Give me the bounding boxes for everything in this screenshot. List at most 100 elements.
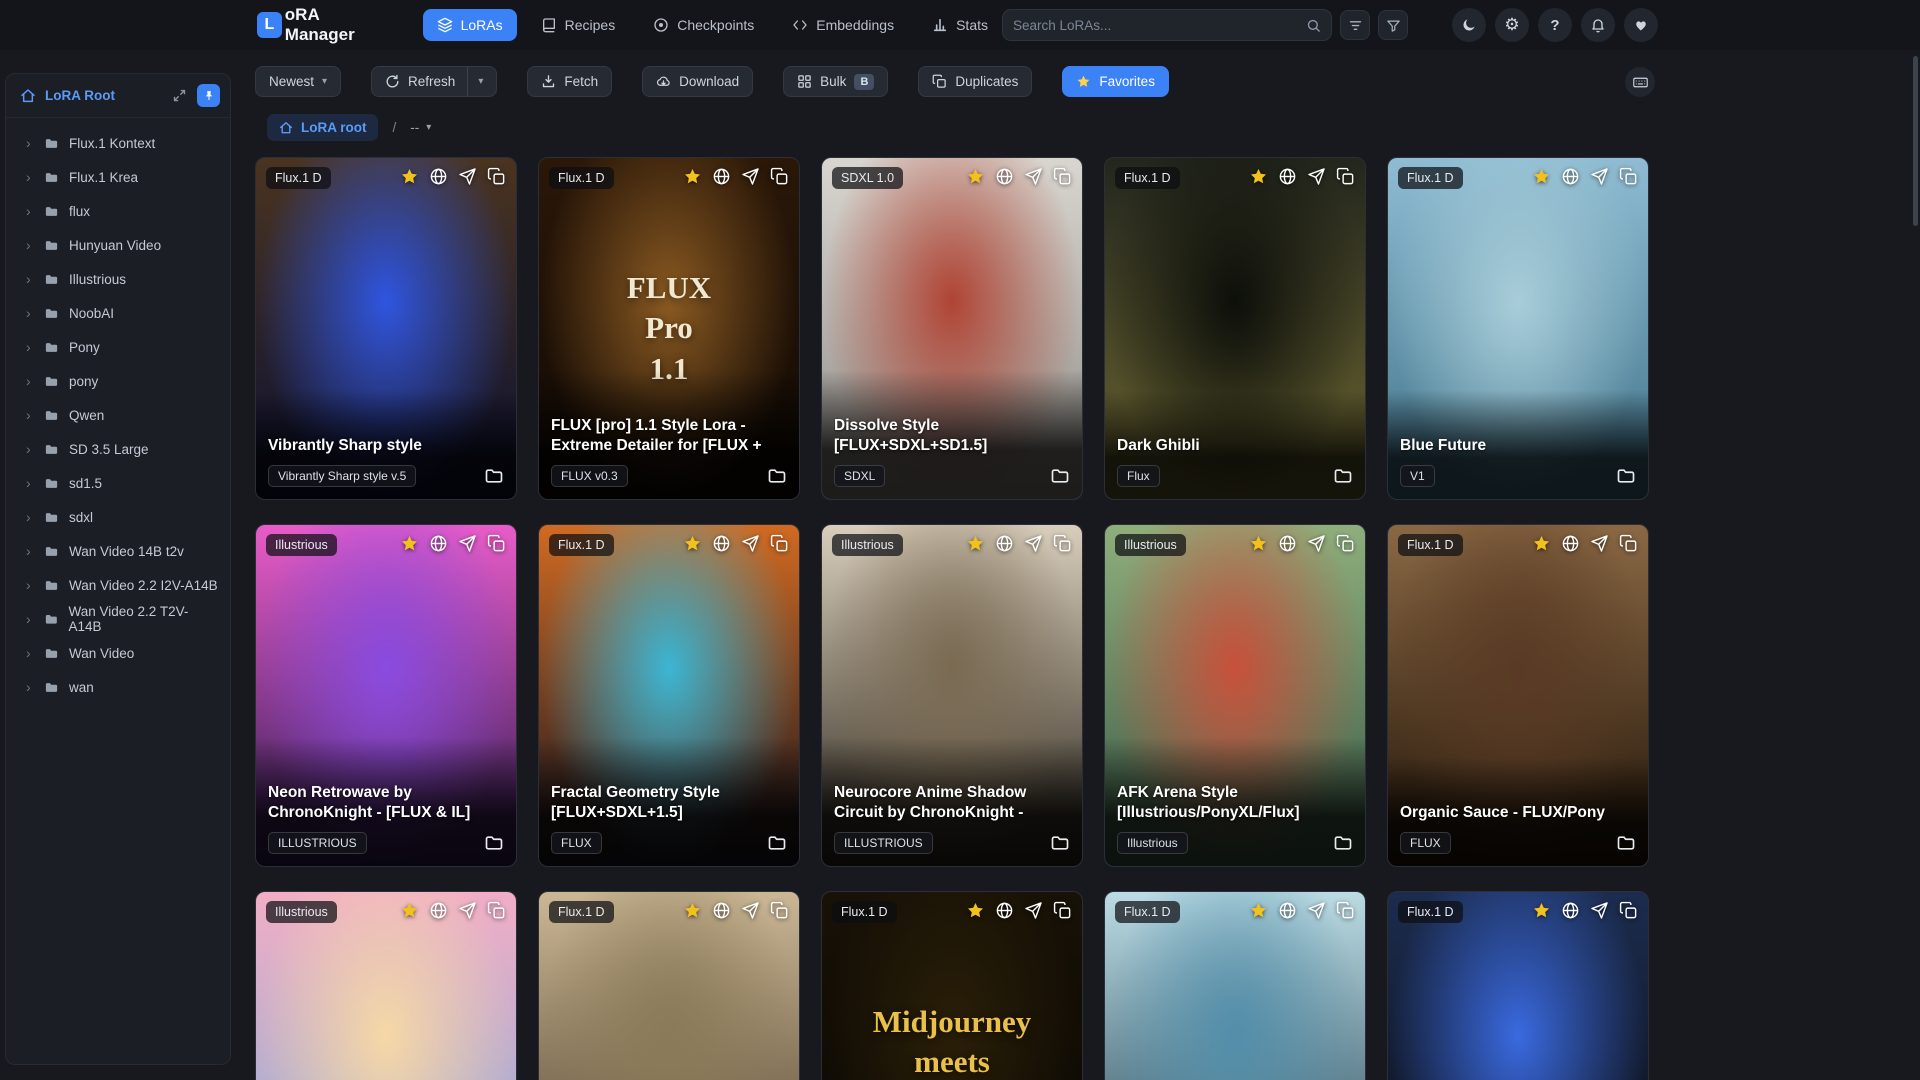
folder-tree-item[interactable]: › sdxl — [6, 500, 230, 534]
send-icon[interactable] — [741, 901, 760, 920]
copy-icon[interactable] — [487, 534, 506, 553]
chevron-right-icon[interactable]: › — [26, 238, 34, 252]
chevron-right-icon[interactable]: › — [26, 544, 34, 558]
send-icon[interactable] — [458, 534, 477, 553]
folder-tree-item[interactable]: › sd1.5 — [6, 466, 230, 500]
open-folder-icon[interactable] — [1050, 833, 1070, 853]
folder-tree-item[interactable]: › pony — [6, 364, 230, 398]
globe-icon[interactable] — [1278, 901, 1297, 920]
pin-sidebar-button[interactable] — [197, 84, 220, 107]
sort-options-button[interactable] — [1340, 10, 1370, 40]
copy-icon[interactable] — [1619, 901, 1638, 920]
lora-card[interactable]: Illustrious — [255, 891, 517, 1080]
lora-card[interactable]: FLUX Pro 1.1 Flux.1 D FLUX [pro] 1.1 Sty… — [538, 157, 800, 500]
open-folder-icon[interactable] — [1333, 833, 1353, 853]
nav-item-checkpoints[interactable]: Checkpoints — [639, 9, 768, 41]
globe-icon[interactable] — [1561, 534, 1580, 553]
chevron-right-icon[interactable]: › — [26, 442, 34, 456]
sidebar-root-label[interactable]: LoRA Root — [45, 88, 115, 103]
favorite-star-icon[interactable] — [400, 901, 419, 920]
send-icon[interactable] — [1590, 534, 1609, 553]
copy-icon[interactable] — [1336, 534, 1355, 553]
folder-tree-item[interactable]: › Illustrious — [6, 262, 230, 296]
globe-icon[interactable] — [429, 534, 448, 553]
folder-tree-item[interactable]: › NoobAI — [6, 296, 230, 330]
favorite-star-icon[interactable] — [400, 534, 419, 553]
favorite-star-icon[interactable] — [1532, 167, 1551, 186]
chevron-right-icon[interactable]: › — [26, 374, 34, 388]
chevron-right-icon[interactable]: › — [26, 272, 34, 286]
send-icon[interactable] — [1590, 901, 1609, 920]
chevron-right-icon[interactable]: › — [26, 578, 34, 592]
chevron-right-icon[interactable]: › — [26, 612, 34, 626]
copy-icon[interactable] — [770, 167, 789, 186]
copy-icon[interactable] — [487, 901, 506, 920]
expand-all-icon[interactable] — [172, 88, 187, 103]
favorite-star-icon[interactable] — [683, 167, 702, 186]
copy-icon[interactable] — [1053, 901, 1072, 920]
theme-toggle-button[interactable] — [1452, 8, 1486, 42]
favorite-star-icon[interactable] — [1249, 167, 1268, 186]
favorite-star-icon[interactable] — [683, 901, 702, 920]
favorite-star-icon[interactable] — [1249, 534, 1268, 553]
search-input[interactable] — [1013, 17, 1306, 33]
chevron-right-icon[interactable]: › — [26, 476, 34, 490]
send-icon[interactable] — [741, 167, 760, 186]
favorite-star-icon[interactable] — [1532, 901, 1551, 920]
open-folder-icon[interactable] — [484, 833, 504, 853]
copy-icon[interactable] — [1619, 534, 1638, 553]
lora-card[interactable]: Flux.1 D — [1387, 891, 1649, 1080]
folder-tree-item[interactable]: › Wan Video 2.2 T2V-A14B — [6, 602, 230, 636]
folder-tree-item[interactable]: › Qwen — [6, 398, 230, 432]
open-folder-icon[interactable] — [1050, 466, 1070, 486]
download-button[interactable]: Download — [642, 66, 754, 97]
globe-icon[interactable] — [1278, 167, 1297, 186]
nav-item-loras[interactable]: LoRAs — [422, 9, 517, 41]
copy-icon[interactable] — [487, 167, 506, 186]
lora-card[interactable]: Flux.1 D — [538, 891, 800, 1080]
open-folder-icon[interactable] — [767, 833, 787, 853]
caret-down-icon[interactable]: ▾ — [478, 76, 483, 87]
globe-icon[interactable] — [712, 534, 731, 553]
favorite-star-icon[interactable] — [1532, 534, 1551, 553]
settings-button[interactable]: ⚙ — [1495, 8, 1529, 42]
breadcrumb-current[interactable]: -- ▾ — [410, 120, 431, 135]
chevron-right-icon[interactable]: › — [26, 204, 34, 218]
folder-tree-item[interactable]: › Wan Video 2.2 I2V-A14B — [6, 568, 230, 602]
lora-card[interactable]: Flux.1 D Vibrantly Sharp style Vibrantly… — [255, 157, 517, 500]
open-folder-icon[interactable] — [484, 466, 504, 486]
fetch-button[interactable]: Fetch — [527, 66, 613, 97]
open-folder-icon[interactable] — [1616, 833, 1636, 853]
chevron-right-icon[interactable]: › — [26, 408, 34, 422]
nav-item-embeddings[interactable]: Embeddings — [778, 9, 908, 41]
nav-item-recipes[interactable]: Recipes — [527, 9, 630, 41]
lora-card[interactable]: Flux.1 D Blue Future V1 — [1387, 157, 1649, 500]
keyboard-shortcuts-button[interactable] — [1625, 67, 1655, 97]
folder-tree-item[interactable]: › flux — [6, 194, 230, 228]
favorite-star-icon[interactable] — [966, 901, 985, 920]
send-icon[interactable] — [1024, 901, 1043, 920]
globe-icon[interactable] — [712, 901, 731, 920]
lora-card[interactable]: Illustrious AFK Arena Style [Illustrious… — [1104, 524, 1366, 867]
folder-tree-item[interactable]: › Flux.1 Kontext — [6, 126, 230, 160]
send-icon[interactable] — [1024, 167, 1043, 186]
sort-select[interactable]: Newest ▾ — [255, 66, 342, 97]
scrollbar-thumb[interactable] — [1913, 56, 1918, 226]
copy-icon[interactable] — [770, 901, 789, 920]
copy-icon[interactable] — [1336, 167, 1355, 186]
lora-card[interactable]: Flux.1 D Fractal Geometry Style [FLUX+SD… — [538, 524, 800, 867]
copy-icon[interactable] — [1053, 167, 1072, 186]
folder-tree-item[interactable]: › Pony — [6, 330, 230, 364]
globe-icon[interactable] — [1561, 167, 1580, 186]
send-icon[interactable] — [1307, 534, 1326, 553]
lora-card[interactable]: Midjourney meets FLUX Flux.1 D — [821, 891, 1083, 1080]
chevron-right-icon[interactable]: › — [26, 680, 34, 694]
copy-icon[interactable] — [1619, 167, 1638, 186]
filter-button[interactable] — [1378, 10, 1408, 40]
send-icon[interactable] — [458, 167, 477, 186]
lora-card[interactable]: SDXL 1.0 Dissolve Style [FLUX+SDXL+SD1.5… — [821, 157, 1083, 500]
chevron-right-icon[interactable]: › — [26, 136, 34, 150]
favorites-filter-button[interactable]: Favorites — [1062, 66, 1169, 97]
lora-card[interactable]: Illustrious Neurocore Anime Shadow Circu… — [821, 524, 1083, 867]
globe-icon[interactable] — [1561, 901, 1580, 920]
